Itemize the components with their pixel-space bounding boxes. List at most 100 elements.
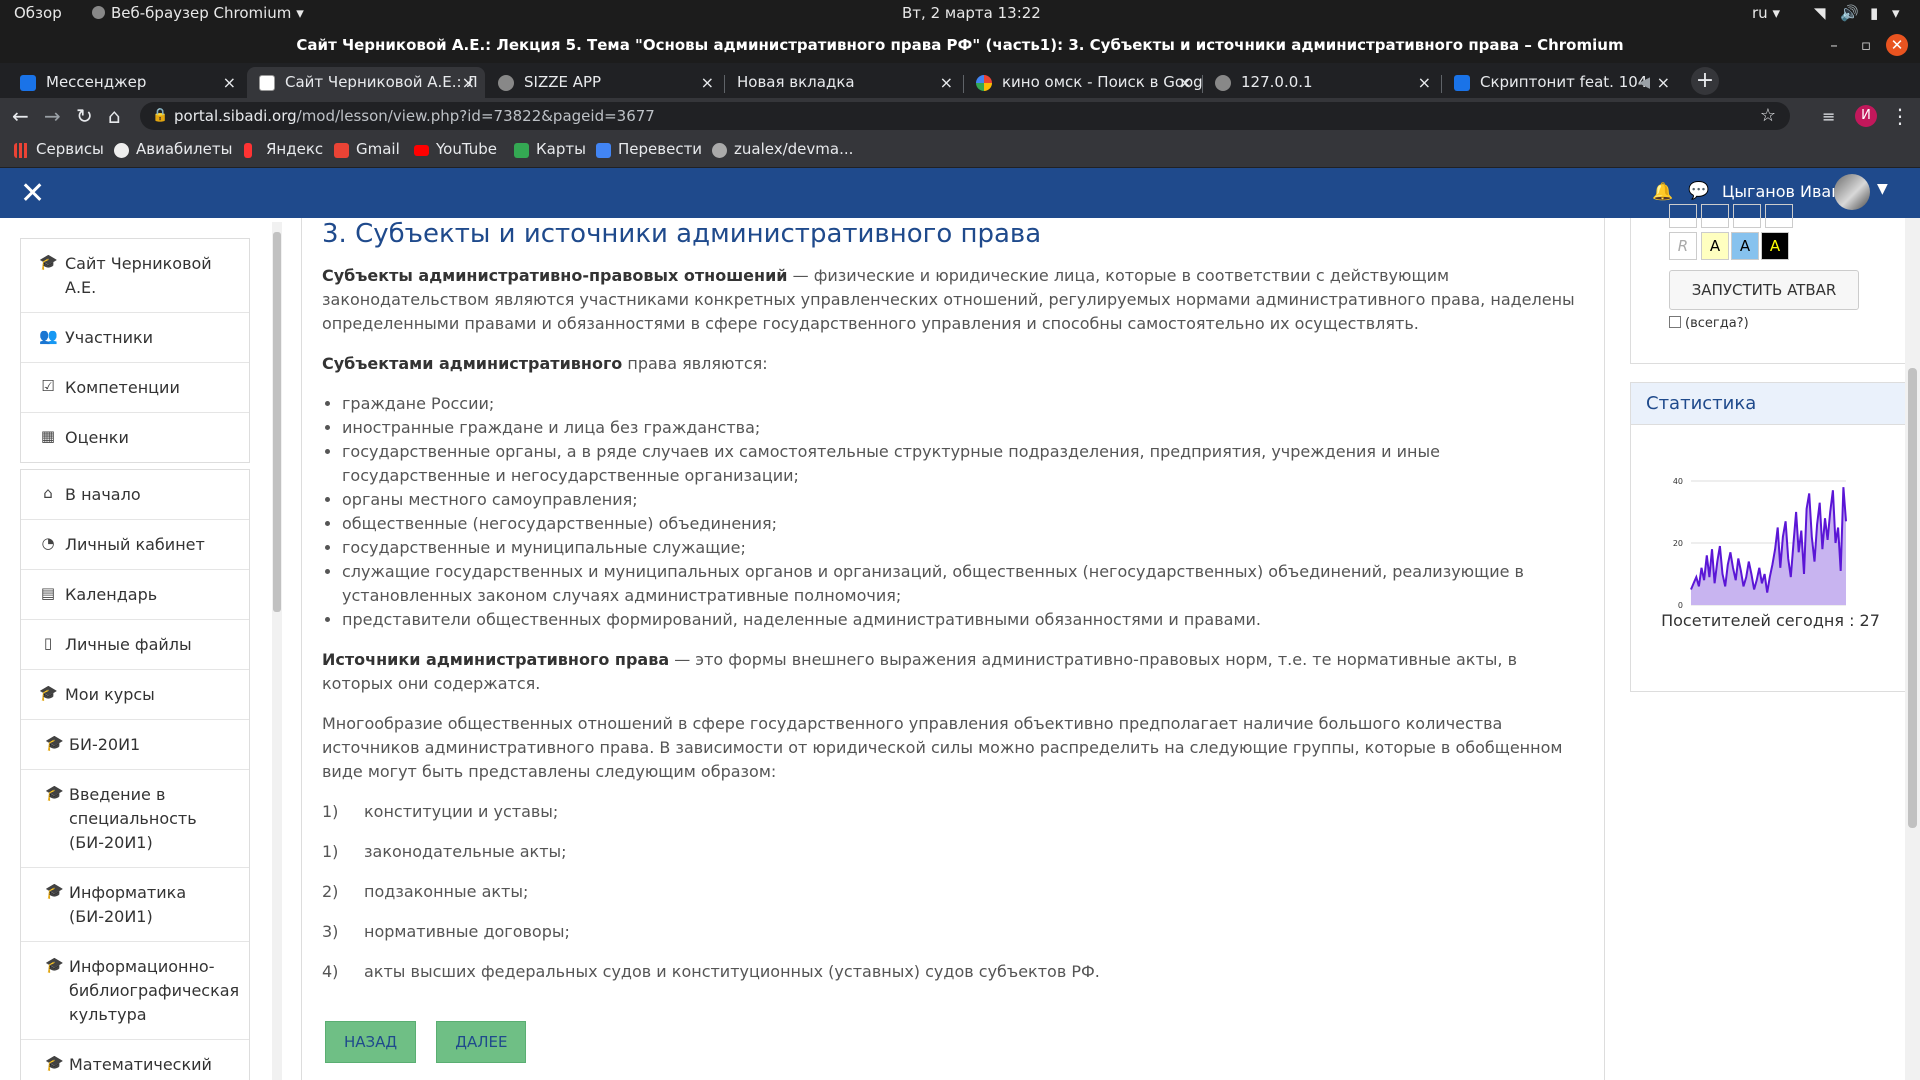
close-tab-icon[interactable]: × <box>701 67 714 98</box>
wifi-icon[interactable]: ◥ <box>1814 4 1826 22</box>
user-name[interactable]: Цыганов Иван <box>1722 182 1842 201</box>
bell-icon[interactable]: 🔔 <box>1652 182 1673 202</box>
sidebar-item-calendar[interactable]: ▤ Календарь <box>21 570 249 620</box>
sidebar-item-course[interactable]: 🎓Математический анализ АСб, БИ <box>21 1040 249 1080</box>
back-arrow-icon[interactable]: ← <box>12 104 29 128</box>
bookmark-avia[interactable]: Авиабилеты <box>114 140 232 158</box>
tab-strip: Мессенджер × Сайт Черниковой А.Е.: Л × S… <box>0 63 1920 98</box>
list-item: общественные (негосударственные) объедин… <box>342 512 1582 536</box>
reload-icon[interactable]: ↻ <box>76 104 93 128</box>
tab-lesson[interactable]: Сайт Черниковой А.Е.: Л × <box>247 67 485 98</box>
close-tab-icon[interactable]: × <box>1418 67 1431 98</box>
bookmark-youtube[interactable]: YouTube <box>414 140 497 158</box>
atbar-tool[interactable] <box>1765 204 1793 228</box>
checkbox[interactable] <box>1669 316 1681 328</box>
subjects-list: граждане России; иностранные граждане и … <box>342 392 1582 632</box>
sidebar-item-grades[interactable]: ▦ Оценки <box>21 413 249 462</box>
chat-icon[interactable]: 💬 <box>1688 181 1709 201</box>
close-window-icon[interactable]: ✕ <box>1886 34 1908 56</box>
sidebar-item-course[interactable]: 🎓 Информатика (БИ-20И1) <box>21 868 249 942</box>
profile-avatar[interactable]: И <box>1855 105 1877 127</box>
sidebar-item-competencies[interactable]: ☑ Компетенции <box>21 363 249 413</box>
tab-new[interactable]: Новая вкладка × <box>725 67 963 98</box>
sidebar-scroll-thumb[interactable] <box>273 232 281 612</box>
numbered-item: 2) подзаконные акты; <box>322 882 529 901</box>
always-checkbox[interactable]: (всегда?) <box>1669 316 1749 331</box>
sidebar-scrollbar[interactable] <box>272 222 282 1080</box>
list-item: представители общественных формирований,… <box>342 608 1582 632</box>
gmail-icon <box>334 143 349 158</box>
graduation-cap-icon: 🎓 <box>39 684 58 702</box>
user-menu-chevron-icon[interactable]: ▼ <box>1877 181 1888 197</box>
sidebar-item-private-files[interactable]: ▯ Личные файлы <box>21 620 249 670</box>
atbar-yellow-button[interactable]: A <box>1701 232 1729 260</box>
paragraph: Субъекты административно-правовых отноше… <box>322 266 1575 333</box>
bookmark-maps[interactable]: Карты <box>514 140 586 158</box>
tab-sizze[interactable]: SIZZE APP × <box>486 67 724 98</box>
maximize-icon[interactable]: ▫ <box>1854 27 1878 63</box>
close-tab-icon[interactable]: × <box>223 67 236 98</box>
atbar-tool[interactable] <box>1701 204 1729 228</box>
address-bar[interactable]: 🔒 portal.sibadi.org/mod/lesson/view.php?… <box>140 102 1790 130</box>
minimize-icon[interactable]: – <box>1822 27 1846 63</box>
close-drawer-icon[interactable]: ✕ <box>20 176 45 211</box>
tab-youtube[interactable]: Скриптонит feat. 104 ◀ × <box>1442 67 1680 98</box>
main-content: 3. Субъекты и источники административног… <box>301 218 1605 1080</box>
system-menu-chevron-icon[interactable]: ▾ <box>1892 4 1900 22</box>
sidebar-item-home[interactable]: ⌂ В начало <box>21 470 249 520</box>
next-button[interactable]: ДАЛЕЕ <box>436 1021 527 1063</box>
back-button[interactable]: НАЗАД <box>325 1021 417 1063</box>
speaker-icon[interactable]: ◀ <box>1638 67 1650 98</box>
sidebar-item-participants[interactable]: 👥 Участники <box>21 313 249 363</box>
volume-icon[interactable]: 🔊 <box>1840 4 1859 22</box>
tab-messenger[interactable]: Мессенджер × <box>8 67 246 98</box>
new-tab-button[interactable]: + <box>1691 67 1719 95</box>
bookmark-translate[interactable]: Перевести <box>596 140 702 158</box>
graduation-cap-icon: 🎓 <box>45 734 64 752</box>
sidebar-item-course[interactable]: 🎓 Введение в специальность (БИ-20И1) <box>21 770 249 868</box>
sidebar-item-dashboard[interactable]: ◔ Личный кабинет <box>21 520 249 570</box>
page-scrollbar[interactable] <box>1905 218 1920 1080</box>
bookmark-star-icon[interactable]: ☆ <box>1760 102 1776 130</box>
site-nav-group: ⌂ В начало ◔ Личный кабинет ▤ Календарь ▯ Ли… <box>20 469 250 1080</box>
tab-localhost[interactable]: 127.0.0.1 × <box>1203 67 1441 98</box>
battery-icon[interactable]: ▮ <box>1870 4 1878 22</box>
bookmark-yandex[interactable]: Яндекс <box>244 140 323 158</box>
user-avatar[interactable] <box>1834 174 1870 210</box>
bookmark-gmail[interactable]: Gmail <box>334 140 400 158</box>
close-tab-icon[interactable]: × <box>940 67 953 98</box>
numbered-item: 1) законодательные акты; <box>322 842 567 861</box>
list-item: иностранные граждане и лица без гражданс… <box>342 416 1582 440</box>
course-nav-group: 🎓 Сайт Черниковой А.Е. 👥 Участники ☑ Компет… <box>20 238 250 463</box>
app-menu[interactable]: Веб-браузер Chromium ▾ <box>92 4 304 22</box>
atbar-tool[interactable] <box>1669 204 1697 228</box>
start-atbar-button[interactable]: ЗАПУСТИТЬ ATBAR <box>1669 270 1859 310</box>
page-scroll-thumb[interactable] <box>1908 368 1917 828</box>
sidebar-item-my-courses[interactable]: 🎓 Мои курсы <box>21 670 249 720</box>
home-icon[interactable]: ⌂ <box>108 104 121 128</box>
clock[interactable]: Вт, 2 марта 13:22 <box>902 4 1041 22</box>
sidebar-item-course-home[interactable]: 🎓 Сайт Черниковой А.Е. <box>21 239 249 313</box>
bookmark-services[interactable]: Сервисы <box>14 140 104 158</box>
activities-button[interactable]: Обзор <box>14 4 62 22</box>
media-control-icon[interactable]: ≡ <box>1822 107 1835 126</box>
language-indicator[interactable]: ru ▾ <box>1752 4 1780 22</box>
atbar-black-button[interactable]: A <box>1761 232 1789 260</box>
close-tab-icon[interactable]: × <box>1657 67 1670 98</box>
atbar-reset-button[interactable]: R <box>1669 232 1697 260</box>
lock-icon[interactable]: 🔒 <box>152 102 168 130</box>
atbar-blue-button[interactable]: A <box>1731 232 1759 260</box>
graduation-cap-icon: 🎓 <box>45 784 64 802</box>
close-tab-icon[interactable]: × <box>1179 67 1192 98</box>
graduation-cap-icon: 🎓 <box>45 1054 64 1072</box>
bookmark-github[interactable]: zualex/devma... <box>712 140 853 158</box>
menu-kebab-icon[interactable]: ⋮ <box>1890 104 1910 128</box>
tab-label: Мессенджер <box>46 73 147 91</box>
users-icon: 👥 <box>39 327 58 345</box>
atbar-tool[interactable] <box>1733 204 1761 228</box>
sidebar-item-course[interactable]: 🎓 БИ-20И1 <box>21 720 249 770</box>
tab-google[interactable]: кино омск - Поиск в Goog × <box>964 67 1202 98</box>
forward-arrow-icon[interactable]: → <box>44 104 61 128</box>
close-tab-icon[interactable]: × <box>462 67 475 98</box>
sidebar-item-course[interactable]: 🎓 Информационно-библиографическая культур… <box>21 942 249 1040</box>
